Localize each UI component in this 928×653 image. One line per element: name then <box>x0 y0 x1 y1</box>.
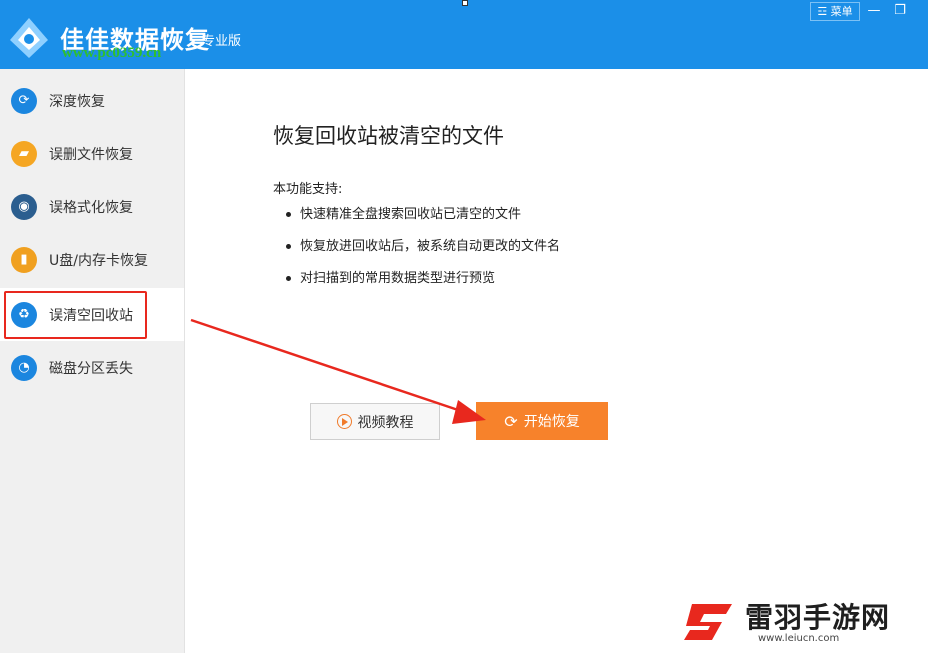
annotation-arrow <box>190 318 486 424</box>
watermark-title: 雷羽手游网 <box>745 601 891 634</box>
watermark-url: www.leiucn.com <box>758 633 840 644</box>
